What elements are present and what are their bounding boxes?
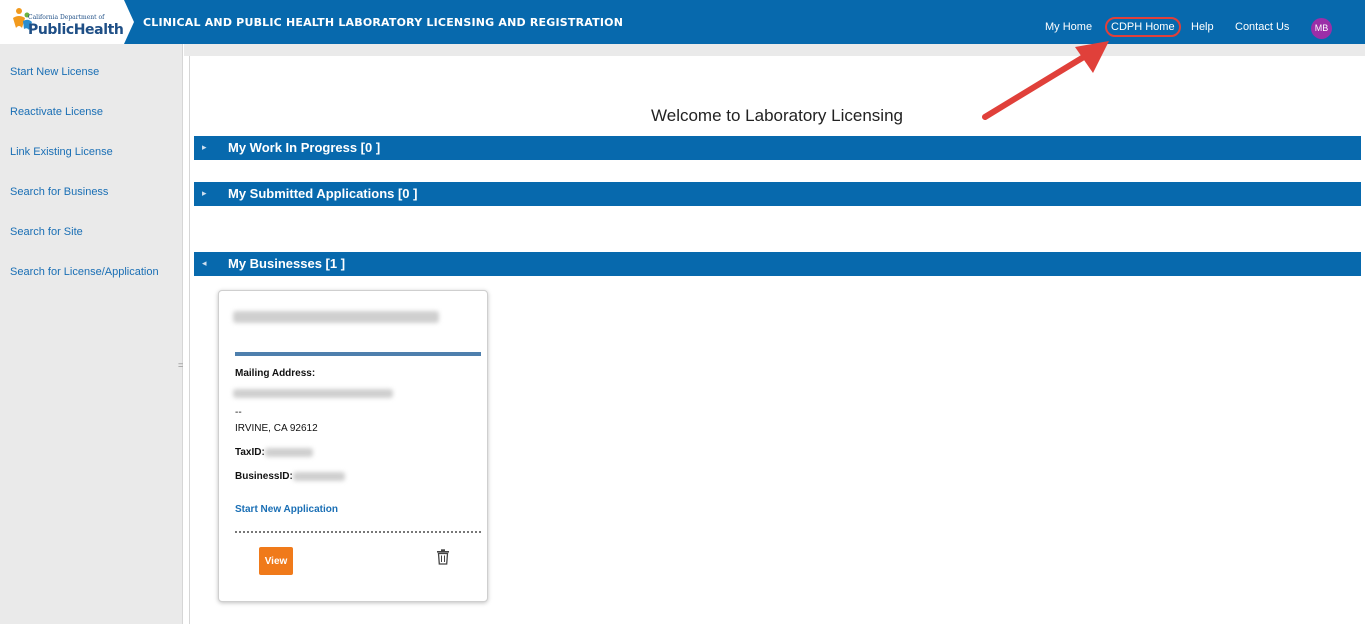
main-top-gap: [184, 44, 1365, 56]
section-work-in-progress[interactable]: ▸ My Work In Progress [0 ]: [194, 136, 1361, 160]
sidebar-resize-handle[interactable]: =: [178, 360, 183, 370]
triangle-right-icon: ▸: [202, 142, 207, 152]
nav-contact-us[interactable]: Contact Us: [1235, 21, 1289, 33]
cdph-logo[interactable]: California Department of PublicHealth: [0, 0, 124, 44]
logo-title: PublicHealth: [28, 22, 124, 38]
section-label: My Work In Progress [0 ]: [228, 140, 381, 155]
section-label: My Businesses [1 ]: [228, 256, 346, 271]
taxid-value-redacted: [265, 448, 313, 457]
sidebar-item-search-site[interactable]: Search for Site: [10, 226, 83, 238]
app-title: CLINICAL AND PUBLIC HEALTH LABORATORY LI…: [143, 16, 624, 29]
nav-help[interactable]: Help: [1191, 21, 1214, 33]
user-avatar[interactable]: MB: [1311, 18, 1332, 39]
mailing-address-label: Mailing Address:: [235, 368, 316, 379]
trash-icon[interactable]: [436, 549, 450, 565]
sidebar-item-search-business[interactable]: Search for Business: [10, 186, 108, 198]
triangle-right-icon: ▸: [202, 188, 207, 198]
annotation-arrow-icon: [982, 41, 1109, 120]
top-header: California Department of PublicHealth CL…: [0, 0, 1365, 44]
section-submitted-applications[interactable]: ▸ My Submitted Applications [0 ]: [194, 182, 1361, 206]
businessid-value-redacted: [293, 472, 345, 481]
sidebar-item-link-existing-license[interactable]: Link Existing License: [10, 146, 113, 158]
address-line1-redacted: [233, 389, 393, 398]
sidebar-item-start-new-license[interactable]: Start New License: [10, 66, 99, 78]
section-my-businesses[interactable]: ◂ My Businesses [1 ]: [194, 252, 1361, 276]
business-card: Mailing Address: -- IRVINE, CA 92612 Tax…: [218, 290, 488, 602]
businessid-label: BusinessID:: [235, 471, 293, 482]
logo-subtitle: California Department of: [28, 14, 105, 21]
triangle-left-icon: ◂: [202, 258, 207, 268]
business-name-redacted: [233, 311, 439, 323]
nav-cdph-home[interactable]: CDPH Home: [1105, 17, 1181, 37]
start-new-application-link[interactable]: Start New Application: [235, 504, 338, 515]
card-divider: [235, 352, 481, 356]
logo-chevron: [124, 0, 134, 44]
address-line2: --: [235, 407, 242, 418]
sidebar: Start New License Reactivate License Lin…: [0, 44, 183, 624]
taxid-label: TaxID:: [235, 447, 265, 458]
page-title: Welcome to Laboratory Licensing: [651, 106, 903, 125]
nav-my-home[interactable]: My Home: [1045, 21, 1092, 33]
sidebar-item-search-license-application[interactable]: Search for License/Application: [10, 266, 159, 278]
address-city-line: IRVINE, CA 92612: [235, 423, 318, 434]
card-dotted-divider: [235, 531, 481, 533]
section-label: My Submitted Applications [0 ]: [228, 186, 418, 201]
view-button[interactable]: View: [259, 547, 293, 575]
